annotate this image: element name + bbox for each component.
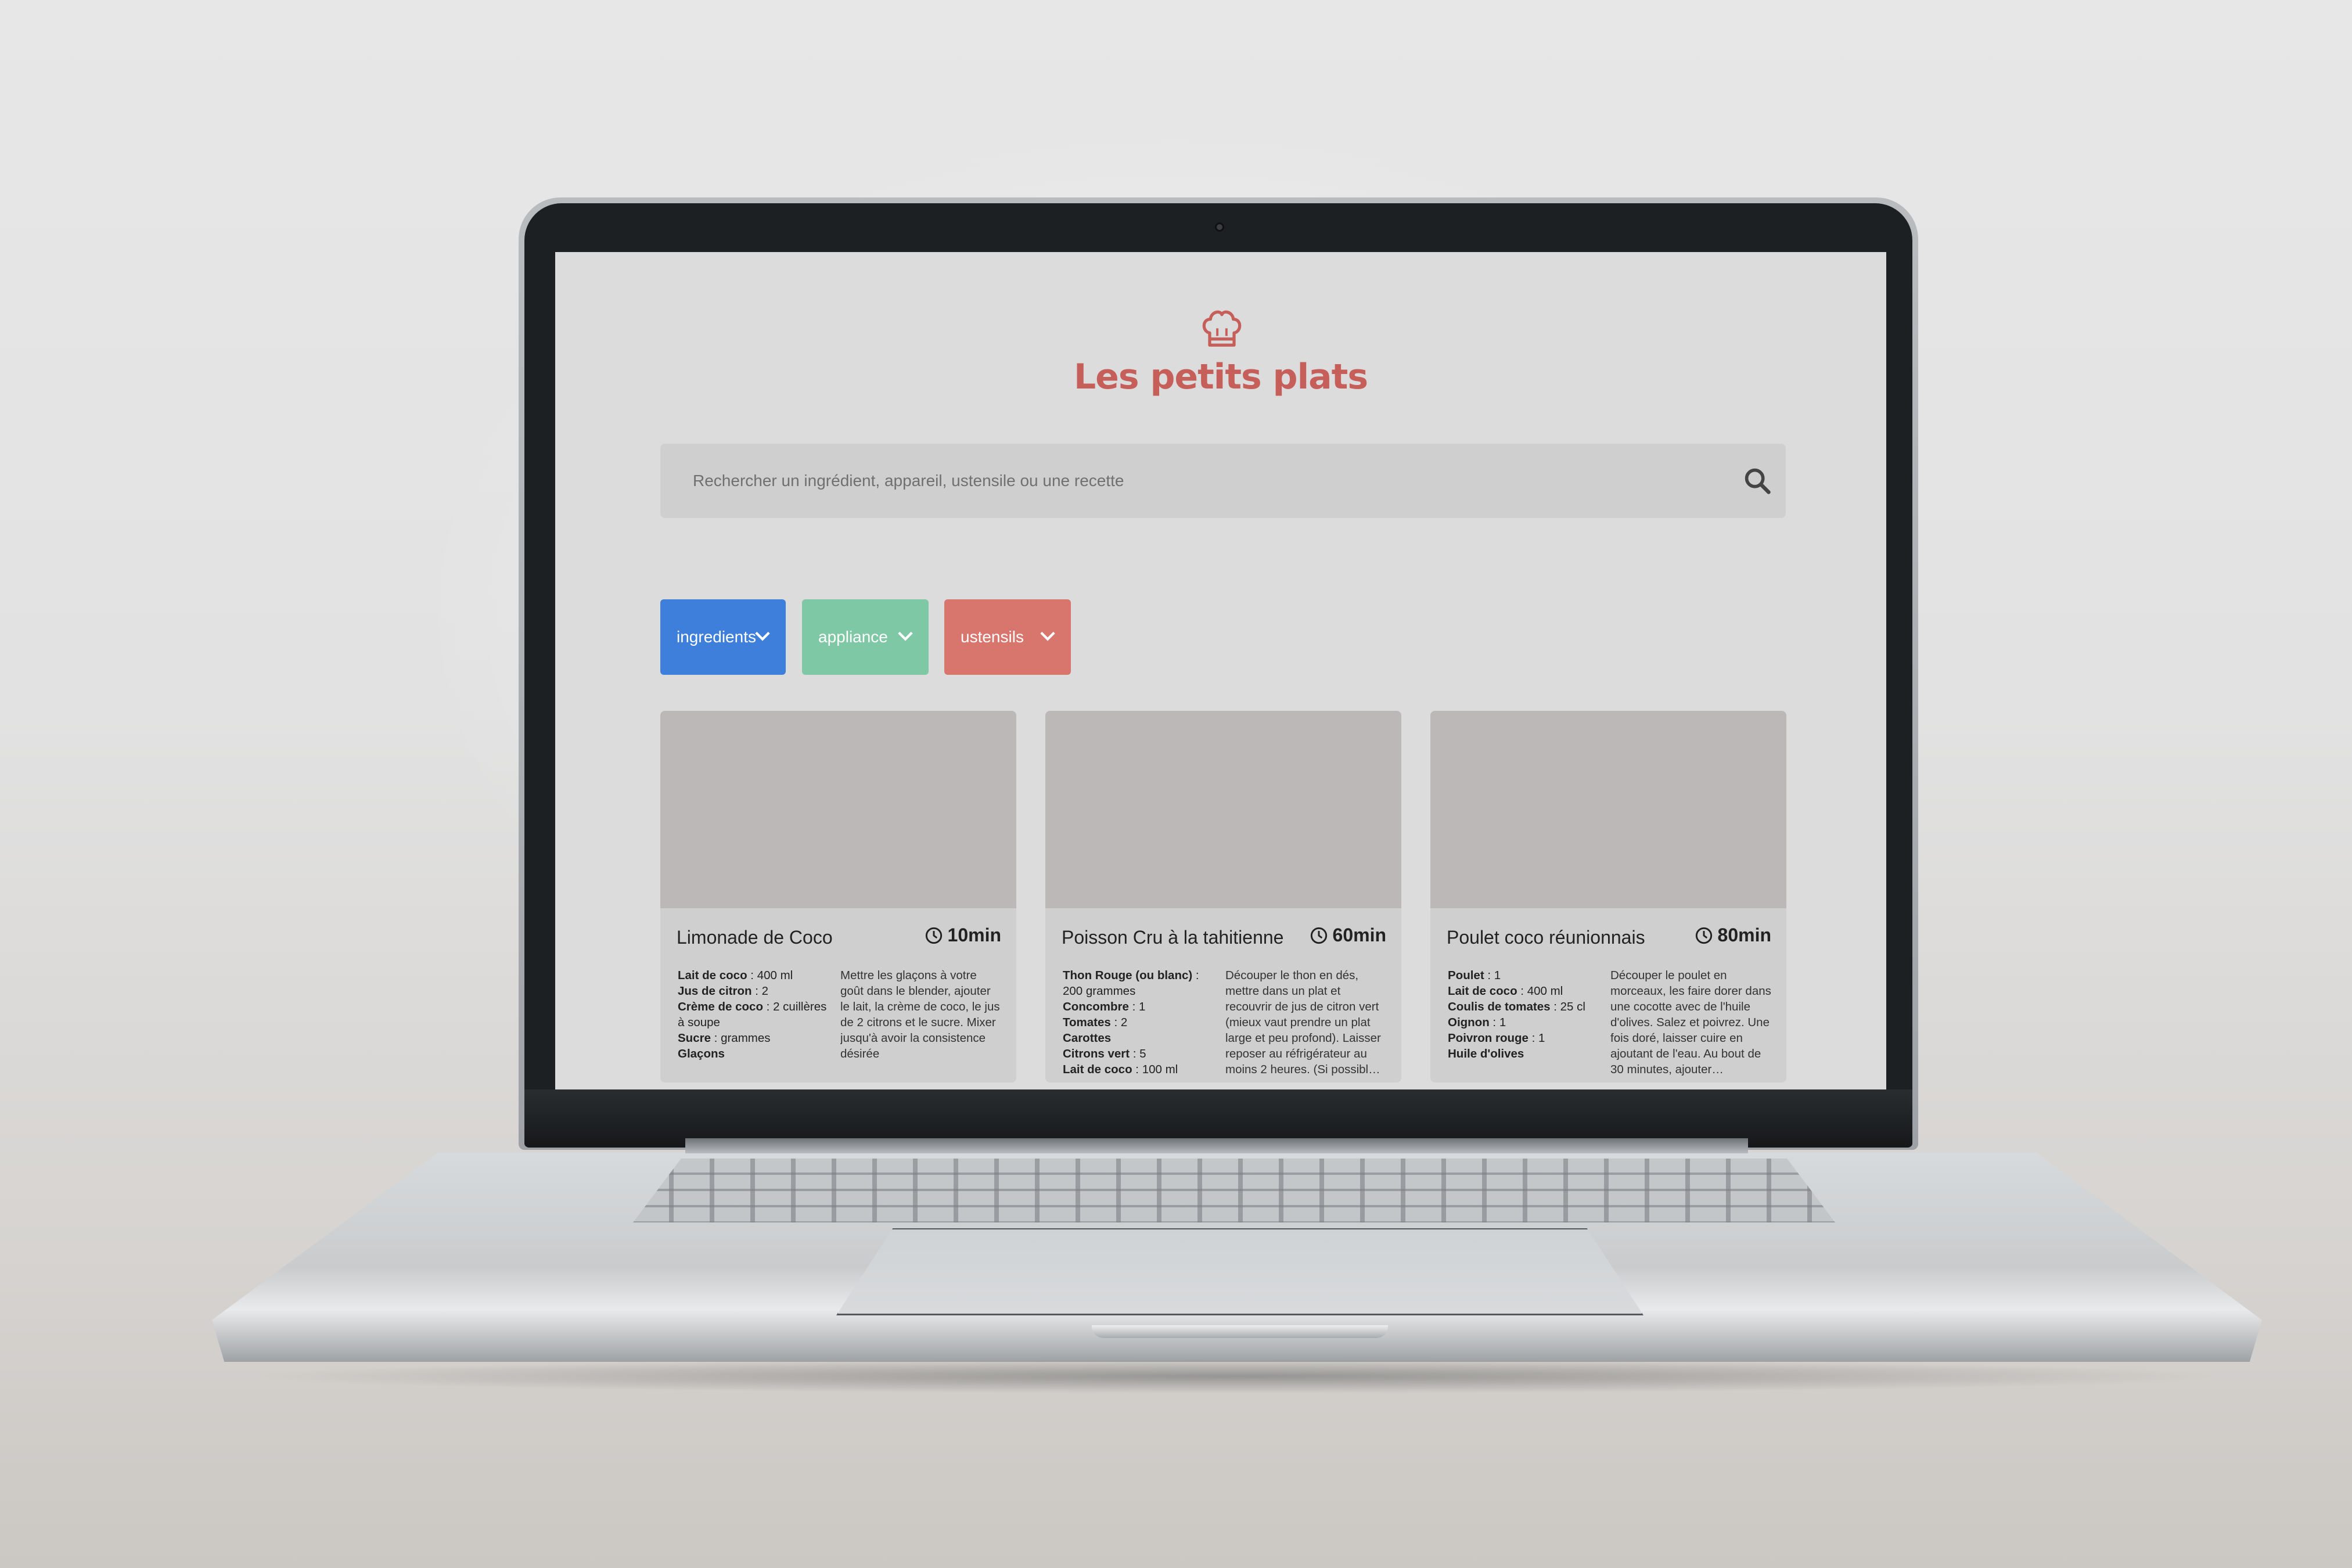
clock-icon	[925, 927, 942, 944]
ingredient-item: Poulet : 1	[1448, 969, 1501, 982]
appliance-filter-button[interactable]: appliance	[802, 599, 929, 675]
ingredient-item: Crème de coco : 2 cuillères à soupe	[678, 1000, 827, 1029]
ingredient-list: Lait de coco : 400 ml Jus de citron : 2 …	[678, 968, 830, 1062]
laptop-shadow	[244, 1359, 2230, 1394]
ingredient-list: Thon Rouge (ou blanc) : 200 grammes Conc…	[1063, 968, 1215, 1077]
recipe-time-value: 10min	[947, 925, 1001, 945]
recipe-time: 60min	[1310, 925, 1386, 946]
recipe-time: 80min	[1695, 925, 1771, 946]
ingredient-item: Oignon : 1	[1448, 1016, 1506, 1029]
recipe-description: Mettre les glaçons à votre goût dans le …	[840, 969, 1000, 1060]
recipe-website: Les petits plats ingredients appliance u…	[555, 252, 1886, 1089]
clock-icon	[1695, 927, 1712, 944]
appliance-filter-label: appliance	[818, 628, 888, 646]
chevron-down-icon	[755, 631, 770, 641]
webcam	[1215, 222, 1224, 232]
laptop-screen: Les petits plats ingredients appliance u…	[555, 252, 1886, 1089]
ingredients-filter-label: ingredients	[677, 628, 756, 646]
ingredient-item: Jus de citron : 2	[678, 984, 769, 998]
ingredient-list: Poulet : 1 Lait de coco : 400 ml Coulis …	[1448, 968, 1600, 1062]
ingredient-item: Concombre : 1	[1063, 1000, 1146, 1013]
recipe-description: Découper le poulet en morceaux, les fair…	[1610, 969, 1771, 1076]
recipe-time: 10min	[925, 925, 1001, 946]
ingredient-item: Carottes	[1063, 1031, 1112, 1045]
laptop-trackpad	[836, 1228, 1643, 1315]
recipe-card[interactable]: Limonade de Coco 10min Lait de coco : 40…	[660, 711, 1016, 1083]
clock-icon	[1310, 927, 1327, 944]
ingredient-item: Sucre : grammes	[678, 1031, 771, 1045]
ingredient-item: Glaçons	[678, 1047, 725, 1060]
recipe-image-placeholder	[1045, 711, 1401, 908]
ingredient-item: Lait de coco : 400 ml	[678, 969, 793, 982]
ingredient-item: Poivron rouge : 1	[1448, 1031, 1545, 1045]
ingredient-item: Lait de coco : 100 ml	[1063, 1063, 1178, 1076]
recipe-image-placeholder	[660, 711, 1016, 908]
ustensils-filter-label: ustensils	[961, 628, 1024, 646]
chevron-down-icon	[1040, 631, 1055, 641]
recipe-title: Poisson Cru à la tahitienne	[1062, 927, 1284, 948]
ingredient-item: Thon Rouge (ou blanc) : 200 grammes	[1063, 969, 1199, 998]
chevron-down-icon	[898, 631, 913, 641]
recipe-card[interactable]: Poisson Cru à la tahitienne 60min Thon R…	[1045, 711, 1401, 1083]
search-input[interactable]	[660, 444, 1717, 518]
search-icon[interactable]	[1742, 466, 1772, 496]
recipe-time-value: 60min	[1332, 925, 1386, 945]
recipe-title: Poulet coco réunionnais	[1447, 927, 1645, 948]
laptop-lid-notch	[1092, 1325, 1388, 1338]
ingredients-filter-button[interactable]: ingredients	[660, 599, 786, 675]
recipe-card[interactable]: Poulet coco réunionnais 80min Poulet : 1…	[1430, 711, 1786, 1083]
ingredient-item: Tomates : 2	[1063, 1016, 1128, 1029]
recipe-image-placeholder	[1430, 711, 1786, 908]
ingredient-item: Lait de coco : 400 ml	[1448, 984, 1563, 998]
site-title: Les petits plats	[1073, 357, 1368, 397]
search-bar	[660, 444, 1786, 518]
chef-hat-icon	[1202, 310, 1242, 347]
recipe-time-value: 80min	[1717, 925, 1771, 945]
recipe-description: Découper le thon en dés, mettre dans un …	[1225, 969, 1381, 1076]
recipe-title: Limonade de Coco	[677, 927, 833, 948]
keyboard-rows	[633, 1159, 1835, 1222]
ingredient-item: Citrons vert : 5	[1063, 1047, 1146, 1060]
ustensils-filter-button[interactable]: ustensils	[944, 599, 1071, 675]
ingredient-item: Coulis de tomates : 25 cl	[1448, 1000, 1585, 1013]
ingredient-item: Huile d'olives	[1448, 1047, 1524, 1060]
laptop-hinge	[685, 1138, 1748, 1153]
